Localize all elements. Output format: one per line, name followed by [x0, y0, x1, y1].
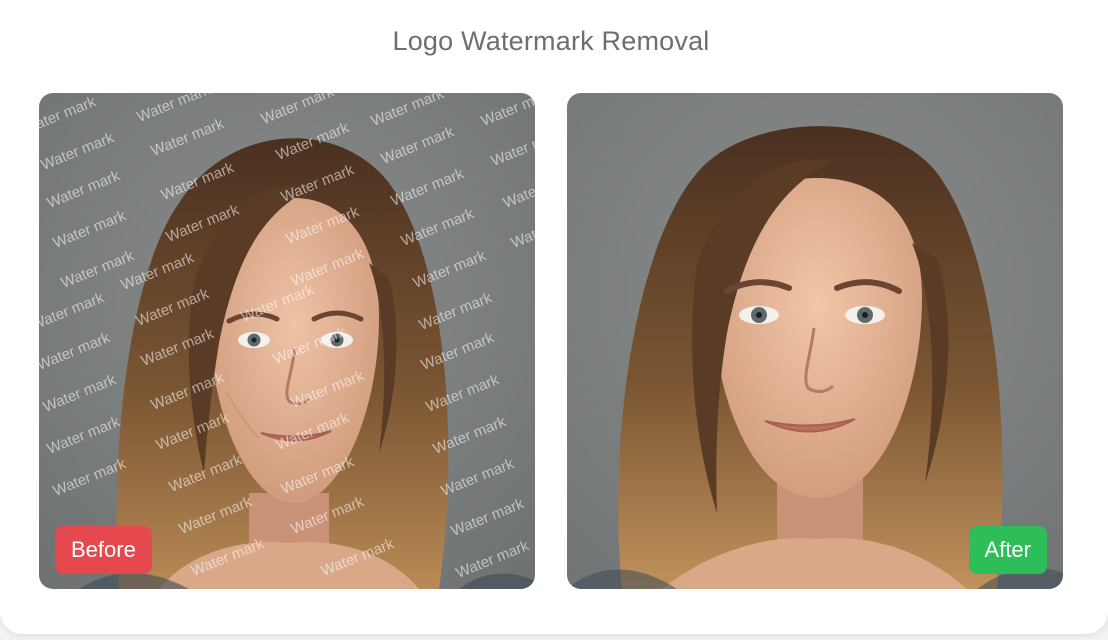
comparison-card: Logo Watermark Removal Water mark Water … [0, 0, 1108, 634]
after-badge: After [968, 526, 1047, 574]
after-portrait [567, 93, 1063, 589]
before-portrait [39, 93, 535, 589]
page-title: Logo Watermark Removal [392, 26, 710, 56]
before-image: Water mark Water mark Water mark Water m… [39, 93, 535, 589]
before-badge: Before [55, 526, 152, 574]
after-image: After [567, 93, 1063, 589]
